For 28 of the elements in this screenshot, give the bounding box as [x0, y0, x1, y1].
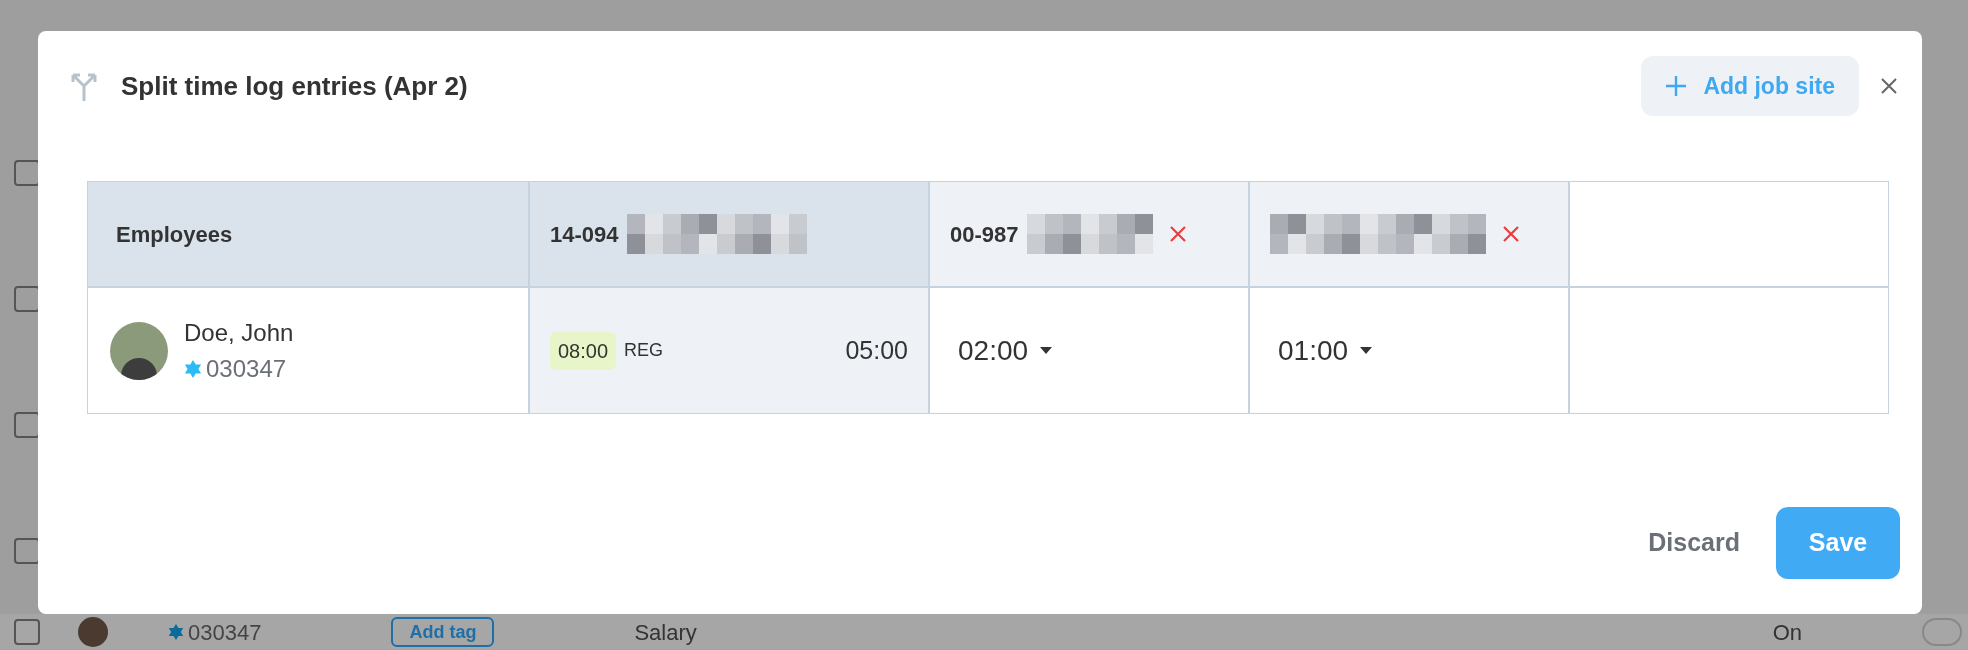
employee-id: 030347	[206, 353, 287, 384]
hours-dropdown[interactable]: 01:00	[1278, 329, 1373, 372]
pay-type: Salary	[634, 618, 697, 647]
save-button[interactable]: Save	[1776, 507, 1900, 579]
badge-icon	[168, 624, 184, 640]
remove-icon[interactable]	[1502, 225, 1520, 243]
column-header: Employees	[116, 220, 233, 249]
discard-button[interactable]: Discard	[1648, 524, 1740, 562]
job-site-code: 14-094	[550, 220, 619, 249]
plus-icon	[1665, 75, 1688, 97]
toggle[interactable]	[1922, 618, 1962, 646]
pay-type: REG	[624, 339, 664, 362]
caret-icon	[1040, 347, 1053, 354]
hours-total: 05:00	[845, 334, 908, 366]
hours-badge: 08:00	[550, 331, 617, 370]
badge-icon	[184, 359, 202, 378]
caret-icon	[1360, 347, 1373, 354]
close-icon	[1880, 77, 1898, 95]
job-site-code: 00-987	[950, 220, 1019, 249]
avatar	[78, 617, 108, 647]
employee-name: Doe, John	[184, 317, 294, 348]
employee-id: 030347	[188, 618, 262, 647]
hours-dropdown[interactable]: 02:00	[958, 329, 1053, 372]
dialog-title: Split time log entries (Apr 2)	[121, 69, 468, 103]
remove-icon[interactable]	[1168, 225, 1187, 243]
avatar	[110, 321, 168, 380]
status-text: On	[1772, 618, 1802, 647]
checkbox[interactable]	[14, 619, 40, 645]
